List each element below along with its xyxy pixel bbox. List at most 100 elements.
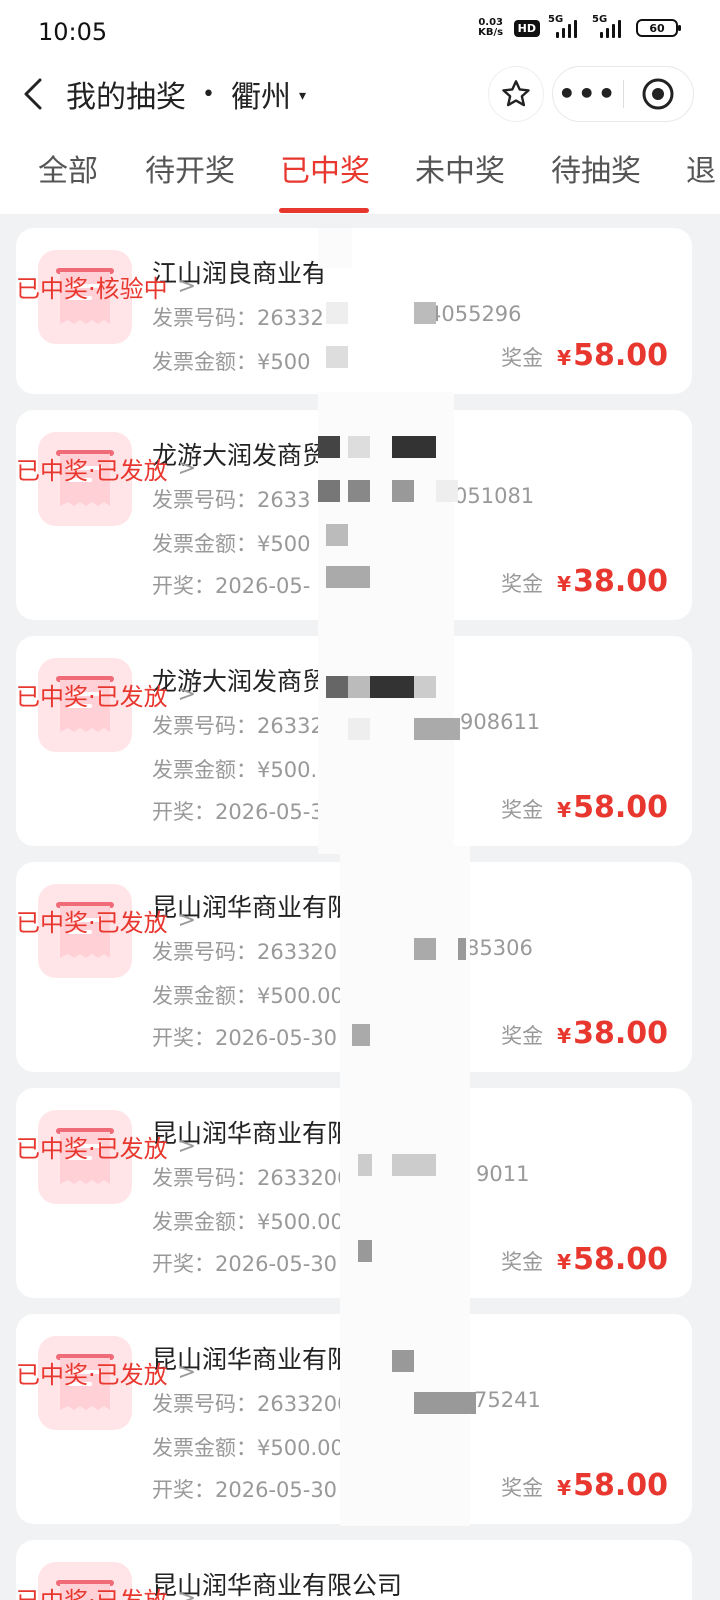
privacy-pixel (392, 1350, 414, 1372)
back-icon[interactable] (18, 74, 54, 114)
prize-value: 38.00 (573, 1016, 668, 1051)
privacy-pixel (318, 436, 340, 458)
privacy-pixel (348, 676, 370, 698)
invoice-number-label: 发票号码： (152, 488, 257, 512)
invoice-number-tail: 75241 (474, 1388, 541, 1412)
privacy-pixel (414, 1392, 476, 1414)
invoice-amount-label: 发票金额： (152, 758, 257, 782)
favorite-star-icon[interactable] (488, 66, 544, 122)
status-text: 已中奖·已发放 (16, 1134, 168, 1163)
invoice-number-label: 发票号码： (152, 940, 257, 964)
invoice-amount-value: ¥500.00 (257, 1210, 344, 1234)
invoice-number-row: 发票号码：2633 (152, 484, 310, 514)
currency-symbol: ¥ (557, 1476, 572, 1500)
more-options-icon[interactable]: ••• (553, 66, 623, 122)
draw-date-label: 开奖： (152, 800, 215, 824)
status-text: 已中奖·已发放 (16, 1581, 168, 1600)
invoice-number-value: 2633 (257, 488, 311, 512)
privacy-pixel (326, 524, 348, 546)
invoice-number-value: 2633200 (257, 1166, 351, 1190)
status-text: 已中奖·已发放 (16, 456, 168, 485)
invoice-number-label: 发票号码： (152, 714, 257, 738)
invoice-number-tail: 9011 (476, 1162, 530, 1186)
draw-date-value: 2026-05- (215, 574, 311, 598)
status-text: 已中奖·已发放 (16, 908, 168, 937)
chevron-right-icon: > (177, 273, 197, 299)
prize-value: 58.00 (573, 790, 668, 825)
invoice-amount-value: ¥500.00 (257, 1436, 344, 1460)
draw-date-value: 2026-05-30 (215, 1026, 338, 1050)
invoice-number-label: 发票号码： (152, 306, 257, 330)
city-selector[interactable]: 衢州 (231, 72, 291, 116)
invoice-amount-row: 发票金额：¥500.00 (152, 980, 344, 1010)
invoice-number-tail: 85306 (466, 936, 533, 960)
status-bar: 10:05 0.03 KB/s HD 5G 5G 60 (0, 0, 720, 64)
signal-1-label: 5G (548, 14, 564, 25)
invoice-amount-label: 发票金额： (152, 984, 257, 1008)
tab-all[interactable]: 全部 (38, 146, 98, 190)
title-text: 我的抽奖 (66, 80, 186, 115)
privacy-pixel (326, 346, 348, 368)
tab-won[interactable]: 已中奖 (280, 146, 370, 190)
status-text: 已中奖·已发放 (16, 1360, 168, 1389)
prize-value: 58.00 (573, 338, 668, 373)
top-area: 10:05 0.03 KB/s HD 5G 5G 60 我的抽奖 • 衢州 ▾ … (0, 0, 720, 214)
battery-level: 60 (649, 21, 665, 35)
page-title[interactable]: 我的抽奖 • 衢州 ▾ (66, 72, 306, 116)
invoice-number-row: 发票号码：263320 (152, 936, 337, 966)
status-icons: 0.03 KB/s HD 5G 5G 60 (476, 14, 681, 38)
draw-date-label: 开奖： (152, 574, 215, 598)
chevron-right-icon: > (177, 1585, 197, 1600)
draw-date-row: 开奖：2026-05-30 (152, 1022, 337, 1052)
privacy-pixel (414, 302, 436, 324)
draw-date-row: 开奖：2026-05-30 0 (152, 1474, 357, 1504)
chevron-right-icon: > (177, 681, 197, 707)
currency-symbol: ¥ (557, 798, 572, 822)
privacy-mask (340, 846, 470, 1526)
draw-date-row: 开奖：2026-05-3 (152, 796, 324, 826)
invoice-number-tail: 4055296 (428, 302, 522, 326)
currency-symbol: ¥ (557, 1250, 572, 1274)
tab-to-draw[interactable]: 待抽奖 (551, 146, 641, 190)
prize-label: 奖金 (501, 1476, 544, 1500)
signal-2-label: 5G (592, 14, 608, 25)
tab-not-won[interactable]: 未中奖 (415, 146, 505, 190)
privacy-pixel (348, 436, 370, 458)
caret-down-icon[interactable]: ▾ (299, 88, 306, 104)
prize-amount: 奖金 ¥58.00 (501, 338, 668, 373)
draw-date-label: 开奖： (152, 1252, 215, 1276)
prize-amount: 奖金 ¥38.00 (501, 564, 668, 599)
privacy-pixel (326, 566, 370, 588)
status-text: 已中奖·已发放 (16, 682, 168, 711)
prize-amount: 奖金 ¥38.00 (501, 1016, 668, 1051)
prize-label: 奖金 (501, 1250, 544, 1274)
prize-card[interactable]: 江山润良商业有 已中奖·核验中 > 发票号码：26332 4055296 发票金额… (16, 228, 692, 394)
prize-value: 58.00 (573, 1242, 668, 1277)
net-speed-unit: KB/s (478, 27, 504, 38)
invoice-amount-value: ¥500.00 (257, 984, 344, 1008)
prize-value: 38.00 (573, 564, 668, 599)
tab-pending-draw[interactable]: 待开奖 (145, 146, 235, 190)
title-separator: • (202, 81, 215, 107)
draw-date-row: 开奖：2026-05- (152, 570, 310, 600)
invoice-amount-label: 发票金额： (152, 532, 257, 556)
invoice-number-value: 26332 (257, 306, 324, 330)
privacy-pixel (414, 718, 460, 740)
active-tab-indicator (279, 208, 369, 213)
chevron-right-icon: > (177, 907, 197, 933)
battery-icon: 60 (636, 19, 681, 37)
invoice-amount-row: 发票金额：¥500.00 (152, 1432, 344, 1462)
prize-card[interactable]: 昆山润华商业有限公司 已中奖·已发放> (16, 1540, 692, 1600)
currency-symbol: ¥ (557, 346, 572, 370)
filter-tabs: 全部 待开奖 已中奖 未中奖 待抽奖 退 (0, 146, 720, 214)
draw-date-value: 2026-05-30 0 (215, 1478, 358, 1502)
invoice-number-row: 发票号码：26332 (152, 710, 324, 740)
currency-symbol: ¥ (557, 1024, 572, 1048)
privacy-mask (318, 228, 352, 268)
close-miniprogram-icon[interactable] (624, 77, 694, 111)
tab-refund[interactable]: 退 (686, 146, 716, 190)
invoice-amount-value: ¥500 (257, 532, 311, 556)
currency-symbol: ¥ (557, 572, 572, 596)
invoice-number-value: 263320 (257, 940, 338, 964)
privacy-pixel (318, 480, 340, 502)
